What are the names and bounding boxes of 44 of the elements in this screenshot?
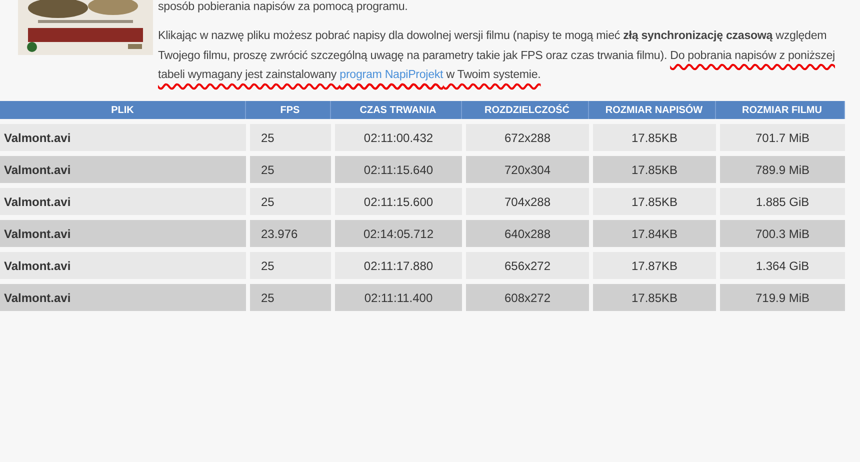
table-cell: 701.7 MiB [720,124,845,151]
table-cell: 720x304 [466,156,589,183]
file-link[interactable]: Valmont.avi [0,284,246,311]
file-link[interactable]: Valmont.avi [0,252,246,279]
intro-paragraph: Klikając w nazwę pliku możesz pobrać napisy dla dowolnej wersji filmu (napisy te mogą mieć złą synchronizację czasową względem Twojego filmu, proszę zwrócić szczególną uwagę na parametry takie jak FPS oraz czas trwania filmu). Do pobrania napisów z poniższej tabeli wymagany jest zainstalowany program NapiProjekt w Twoim systemie. [158,28,836,83]
table-cell: 17.85KB [593,284,716,311]
table-cell: 672x288 [466,124,589,151]
table-cell: 704x288 [466,188,589,215]
table-cell: 1.885 GiB [720,188,845,215]
table-cell: 02:11:11.400 [335,284,462,311]
table-cell: 1.364 GiB [720,252,845,279]
table-cell: 17.84KB [593,220,716,247]
table-cell: 608x272 [466,284,589,311]
table-cell: 656x272 [466,252,589,279]
file-link[interactable]: Valmont.avi [0,124,246,151]
table-cell: 640x288 [466,220,589,247]
file-link[interactable]: Valmont.avi [0,220,246,247]
table-cell: 700.3 MiB [720,220,845,247]
table-cell: 17.87KB [593,252,716,279]
table-cell: 25 [250,188,331,215]
table-cell: 17.85KB [593,188,716,215]
intro-text: sposób pobierania napisów za pomocą programu. [158,0,409,14]
table-cell: 719.9 MiB [720,284,845,311]
table-cell: 25 [250,156,331,183]
column-header: ROZMIAR NAPISÓW [593,101,716,119]
table-cell: 02:11:15.600 [335,188,462,215]
table-cell: 02:11:17.880 [335,252,462,279]
table-cell: 17.85KB [593,124,716,151]
table-cell: 23.976 [250,220,331,247]
table-cell: 25 [250,252,331,279]
column-header: ROZMIAR FILMU [720,101,845,119]
table-cell: 789.9 MiB [720,156,845,183]
column-header: PLIK [0,101,246,119]
file-link[interactable]: Valmont.avi [0,156,246,183]
file-link[interactable]: Valmont.avi [0,188,246,215]
table-cell: 25 [250,284,331,311]
table-cell: 02:14:05.712 [335,220,462,247]
column-header: ROZDZIELCZOŚĆ [466,101,589,119]
table-cell: 17.85KB [593,156,716,183]
column-header: CZAS TRWANIA [335,101,462,119]
column-header: FPS [250,101,331,119]
table-cell: 02:11:15.640 [335,156,462,183]
table-cell: 02:11:00.432 [335,124,462,151]
table-cell: 25 [250,124,331,151]
